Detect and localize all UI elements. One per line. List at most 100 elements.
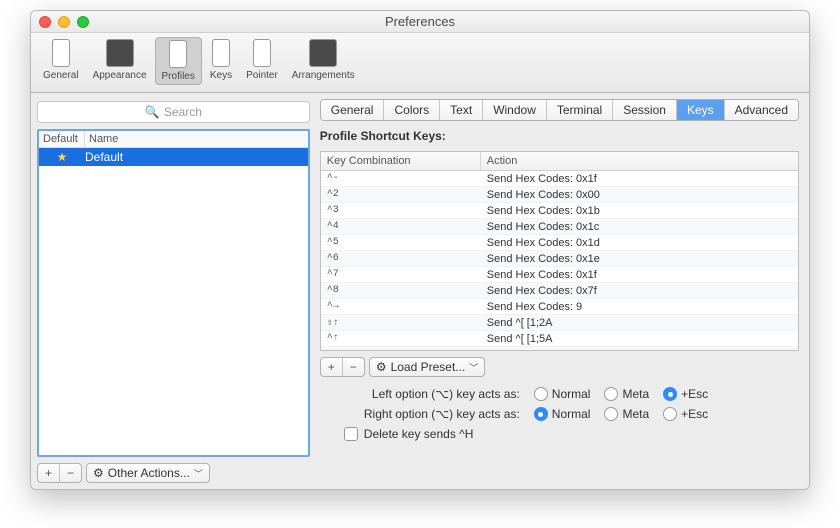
cell-combo: ^↑ [321, 333, 481, 344]
radio-dot-icon [663, 387, 677, 401]
radio-label: +Esc [681, 407, 708, 421]
table-row[interactable]: ^⇧↑Send ^[ [1;6A [321, 347, 798, 351]
cell-combo: ^- [321, 173, 481, 184]
toolbar-arrangements[interactable]: Arrangements [286, 37, 361, 83]
chevron-down-icon: ﹀ [194, 467, 203, 480]
delete-sends-checkbox[interactable] [344, 427, 358, 441]
load-preset-dropdown[interactable]: ⚙ Load Preset... ﹀ [369, 357, 486, 377]
shortcut-table[interactable]: Key Combination Action ^-Send Hex Codes:… [320, 151, 799, 351]
main-panel: General Colors Text Window Terminal Sess… [316, 93, 809, 489]
tab-text[interactable]: Text [440, 100, 483, 120]
remove-shortcut-button[interactable]: − [343, 358, 364, 376]
gear-icon: ⚙ [93, 466, 104, 480]
profile-name: Default [85, 150, 123, 164]
profile-tabs: General Colors Text Window Terminal Sess… [320, 99, 799, 121]
cell-action: Send Hex Codes: 0x00 [481, 189, 798, 201]
add-shortcut-button[interactable]: + [321, 358, 343, 376]
th-action[interactable]: Action [481, 152, 798, 170]
radio-normal[interactable]: Normal [534, 407, 591, 421]
star-icon: ★ [39, 150, 85, 164]
radio-meta[interactable]: Meta [604, 407, 649, 421]
other-actions-dropdown[interactable]: ⚙ Other Actions... ﹀ [86, 463, 210, 483]
tab-window[interactable]: Window [483, 100, 547, 120]
tab-general[interactable]: General [321, 100, 385, 120]
table-row[interactable]: ^→Send Hex Codes: 9 [321, 299, 798, 315]
cell-action: Send ^[ [1;2A [481, 317, 798, 329]
sidebar: 🔍 Search Default Name ★ Default + − [31, 93, 316, 489]
preferences-window: Preferences General Appearance Profiles … [30, 10, 810, 490]
toolbar: General Appearance Profiles Keys Pointer… [31, 33, 809, 93]
delete-sends-label: Delete key sends ^H [364, 427, 474, 441]
option-key-settings: Left option (⌥) key acts as: Normal Meta +… [320, 383, 799, 441]
tab-terminal[interactable]: Terminal [547, 100, 613, 120]
arrangements-icon [309, 39, 337, 67]
tab-keys[interactable]: Keys [677, 100, 725, 120]
cell-combo: ^2 [321, 189, 481, 200]
cell-action: Send Hex Codes: 0x7f [481, 285, 798, 297]
table-row[interactable]: ^6Send Hex Codes: 0x1e [321, 251, 798, 267]
cell-action: Send ^[ [1;6A [481, 349, 798, 352]
table-row[interactable]: ⇧↑Send ^[ [1;2A [321, 315, 798, 331]
profiles-icon [169, 40, 187, 68]
cell-action: Send Hex Codes: 0x1b [481, 205, 798, 217]
keys-icon [212, 39, 230, 67]
cell-combo: ^4 [321, 221, 481, 232]
radio-label: Normal [552, 387, 591, 401]
cell-action: Send Hex Codes: 0x1f [481, 269, 798, 281]
profile-list[interactable]: Default Name ★ Default [37, 129, 310, 457]
radio-dot-icon [534, 387, 548, 401]
radio-plus-esc[interactable]: +Esc [663, 407, 708, 421]
radio-normal[interactable]: Normal [534, 387, 591, 401]
cell-action: Send ^[ [1;5A [481, 333, 798, 345]
toolbar-general[interactable]: General [37, 37, 85, 83]
table-row[interactable]: ^5Send Hex Codes: 0x1d [321, 235, 798, 251]
table-row[interactable]: ^7Send Hex Codes: 0x1f [321, 267, 798, 283]
toolbar-profiles[interactable]: Profiles [155, 37, 202, 85]
tab-session[interactable]: Session [613, 100, 677, 120]
radio-plus-esc[interactable]: +Esc [663, 387, 708, 401]
add-profile-button[interactable]: + [38, 464, 60, 482]
table-row[interactable]: ^2Send Hex Codes: 0x00 [321, 187, 798, 203]
toolbar-appearance[interactable]: Appearance [87, 37, 153, 83]
table-row[interactable]: ^-Send Hex Codes: 0x1f [321, 171, 798, 187]
cell-combo: ^5 [321, 237, 481, 248]
table-row[interactable]: ^3Send Hex Codes: 0x1b [321, 203, 798, 219]
cell-combo: ^7 [321, 269, 481, 280]
table-row[interactable]: ^↑Send ^[ [1;5A [321, 331, 798, 347]
radio-label: Meta [622, 407, 649, 421]
tab-colors[interactable]: Colors [384, 100, 440, 120]
radio-dot-icon [534, 407, 548, 421]
profile-header-name[interactable]: Name [85, 131, 308, 147]
toolbar-pointer[interactable]: Pointer [240, 37, 284, 83]
cell-combo: ^→ [321, 301, 481, 312]
appearance-icon [106, 39, 134, 67]
radio-label: Normal [552, 407, 591, 421]
table-row[interactable]: ^4Send Hex Codes: 0x1c [321, 219, 798, 235]
search-input[interactable]: 🔍 Search [37, 101, 310, 123]
remove-profile-button[interactable]: − [60, 464, 81, 482]
section-title: Profile Shortcut Keys: [320, 127, 799, 145]
radio-label: Meta [622, 387, 649, 401]
cell-combo: ^6 [321, 253, 481, 264]
cell-action: Send Hex Codes: 0x1d [481, 237, 798, 249]
radio-label: +Esc [681, 387, 708, 401]
profile-row[interactable]: ★ Default [39, 148, 308, 166]
profile-header-default[interactable]: Default [39, 131, 85, 147]
left-option-label: Left option (⌥) key acts as: [320, 387, 520, 401]
cell-action: Send Hex Codes: 9 [481, 301, 798, 313]
cell-combo: ^3 [321, 205, 481, 216]
toolbar-keys[interactable]: Keys [204, 37, 238, 83]
pointer-icon [253, 39, 271, 67]
cell-action: Send Hex Codes: 0x1f [481, 173, 798, 185]
right-option-label: Right option (⌥) key acts as: [320, 407, 520, 421]
search-icon: 🔍 [145, 105, 160, 119]
window-title: Preferences [31, 14, 809, 29]
cell-action: Send Hex Codes: 0x1e [481, 253, 798, 265]
tab-advanced[interactable]: Advanced [725, 100, 798, 120]
titlebar[interactable]: Preferences [31, 11, 809, 33]
radio-dot-icon [663, 407, 677, 421]
th-key-combination[interactable]: Key Combination [321, 152, 481, 170]
cell-action: Send Hex Codes: 0x1c [481, 221, 798, 233]
table-row[interactable]: ^8Send Hex Codes: 0x7f [321, 283, 798, 299]
radio-meta[interactable]: Meta [604, 387, 649, 401]
